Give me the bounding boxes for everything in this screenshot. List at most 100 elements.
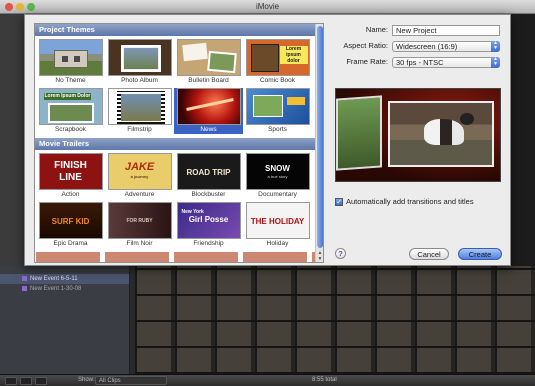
trailer-film-noir[interactable]: FOR RUBY Film Noir: [105, 202, 174, 248]
trailer-label: Film Noir: [126, 240, 153, 247]
zoom-window-button[interactable]: [27, 3, 35, 11]
thumb-caption: JAKE: [124, 161, 155, 173]
theme-browser-scrollbar[interactable]: ▲ ▼: [315, 24, 323, 262]
holiday-trailer-thumbnail: THE HOLIDAY: [245, 202, 310, 239]
theme-label: No Theme: [55, 77, 86, 84]
theme-label: News: [174, 125, 243, 134]
trailer-label: Action: [61, 191, 80, 198]
auto-transitions-label: Automatically add transitions and titles: [346, 197, 474, 206]
theme-filmstrip[interactable]: Filmstrip: [105, 88, 174, 134]
thumb-caption: ROAD TRIP: [186, 168, 231, 177]
trailer-label: Blockbuster: [191, 191, 226, 198]
thumb-caption: FOR RUBY: [126, 218, 153, 224]
thumb-subcaption: a journey: [130, 174, 149, 179]
theme-label: Bulletin Board: [188, 77, 229, 84]
movie-trailers-header: Movie Trailers: [35, 138, 315, 150]
news-thumbnail: [176, 88, 241, 125]
window-titlebar: iMovie: [0, 0, 535, 14]
trailer-label: Holiday: [266, 240, 289, 247]
theme-label: Photo Album: [121, 77, 158, 84]
friendship-trailer-thumbnail: New York Girl Posse: [176, 202, 241, 239]
trailer-friendship[interactable]: New York Girl Posse Friendship: [174, 202, 243, 248]
theme-comic-book[interactable]: Lorem ipsum dolor Comic Book: [243, 39, 312, 85]
trailer-label: Documentary: [258, 191, 297, 198]
frame-rate-select[interactable]: 30 fps - NTSC ▲ ▼: [392, 57, 500, 68]
window-controls: [5, 3, 35, 11]
event-item[interactable]: New Event 1-30-08: [0, 284, 129, 294]
total-duration: 8:55 total: [312, 377, 337, 383]
theme-label: Filmstrip: [127, 126, 152, 133]
auto-transitions-checkbox[interactable]: ✓ Automatically add transitions and title…: [335, 197, 474, 207]
cancel-button[interactable]: Cancel: [409, 248, 449, 260]
thumb-caption: SURF KID: [51, 217, 90, 226]
thumb-caption: Lorem Ipsum Dolor: [43, 93, 92, 100]
create-button[interactable]: Create: [458, 248, 502, 260]
theme-no-theme[interactable]: No Theme: [36, 39, 105, 85]
scrapbook-thumbnail: Lorem Ipsum Dolor: [38, 88, 103, 125]
project-name-field[interactable]: New Project: [392, 25, 500, 36]
help-button[interactable]: ?: [335, 248, 346, 259]
event-library: New Event 6-5-11 New Event 1-30-08: [0, 266, 130, 374]
event-icon: [22, 275, 27, 281]
checkmark-icon: ✓: [335, 198, 343, 207]
film-noir-trailer-thumbnail: FOR RUBY: [107, 202, 172, 239]
aspect-ratio-value: Widescreen (16:9): [396, 42, 458, 51]
event-label: New Event 6-5-11: [30, 276, 78, 282]
play-icon[interactable]: [20, 377, 32, 385]
project-themes-header: Project Themes: [35, 24, 315, 36]
theme-photo-album[interactable]: Photo Album: [105, 39, 174, 85]
bottom-toolbar: Show: All Clips 8:55 total: [0, 374, 535, 386]
window-title: iMovie: [255, 2, 280, 11]
theme-label: Scrapbook: [54, 126, 87, 133]
theme-bulletin-board[interactable]: Bulletin Board: [174, 39, 243, 85]
event-label: New Event 1-30-08: [30, 286, 82, 292]
theme-label: Sports: [268, 126, 287, 133]
aspect-ratio-select[interactable]: Widescreen (16:9) ▲ ▼: [392, 41, 500, 52]
frame-rate-value: 30 fps - NTSC: [396, 58, 444, 67]
trailer-epic-drama[interactable]: SURF KID Epic Drama: [36, 202, 105, 248]
library-toggle-icon[interactable]: [5, 377, 17, 385]
show-clips-select[interactable]: All Clips: [95, 376, 167, 385]
stepper-arrows-icon: ▲ ▼: [491, 57, 500, 68]
sports-thumbnail: [245, 88, 310, 125]
trailer-action[interactable]: FINISH LINE Action: [36, 153, 105, 199]
theme-scrapbook[interactable]: Lorem Ipsum Dolor Scrapbook: [36, 88, 105, 134]
event-item[interactable]: New Event 6-5-11: [0, 274, 129, 284]
play-fullscreen-icon[interactable]: [35, 377, 47, 385]
theme-sports[interactable]: Sports: [243, 88, 312, 134]
filmstrip-thumbnail: [107, 88, 172, 125]
event-icon: [22, 285, 27, 291]
trailer-label: Friendship: [193, 240, 224, 247]
comic-book-thumbnail: Lorem ipsum dolor: [245, 39, 310, 76]
thumb-caption: Girl Posse: [188, 215, 229, 224]
thumb-caption: Lorem ipsum dolor: [279, 46, 308, 64]
trailer-blockbuster[interactable]: ROAD TRIP Blockbuster: [174, 153, 243, 199]
show-label: Show:: [78, 377, 95, 383]
minimize-window-button[interactable]: [16, 3, 24, 11]
bulletin-board-thumbnail: [176, 39, 241, 76]
stepper-arrows-icon: ▲ ▼: [491, 41, 500, 52]
theme-label: Comic Book: [259, 77, 296, 84]
background-right-panel: [511, 14, 535, 274]
frame-rate-label: Frame Rate:: [346, 57, 388, 66]
aspect-ratio-label: Aspect Ratio:: [343, 41, 388, 50]
action-trailer-thumbnail: FINISH LINE: [38, 153, 103, 190]
trailer-documentary[interactable]: SNOW a true story Documentary: [243, 153, 312, 199]
thumb-caption: FINISH LINE: [54, 160, 87, 183]
blockbuster-trailer-thumbnail: ROAD TRIP: [176, 153, 241, 190]
scrollbar-thumb[interactable]: [317, 26, 323, 248]
epic-drama-trailer-thumbnail: SURF KID: [38, 202, 103, 239]
event-filmstrip-browser[interactable]: [135, 266, 535, 374]
trailer-adventure[interactable]: JAKE a journey Adventure: [105, 153, 174, 199]
new-project-dialog: Project Themes No Theme Photo Album Bull…: [24, 14, 511, 266]
trailer-holiday[interactable]: THE HOLIDAY Holiday: [243, 202, 312, 248]
close-window-button[interactable]: [5, 3, 13, 11]
theme-browser: Project Themes No Theme Photo Album Bull…: [34, 23, 324, 263]
trailer-label: Epic Drama: [53, 240, 88, 247]
trailer-label: Adventure: [124, 191, 155, 198]
scroll-down-icon[interactable]: ▼: [317, 256, 323, 262]
theme-news[interactable]: News: [174, 88, 243, 134]
documentary-trailer-thumbnail: SNOW a true story: [245, 153, 310, 190]
partial-row: [36, 252, 315, 262]
background-left-panel: [0, 14, 24, 274]
